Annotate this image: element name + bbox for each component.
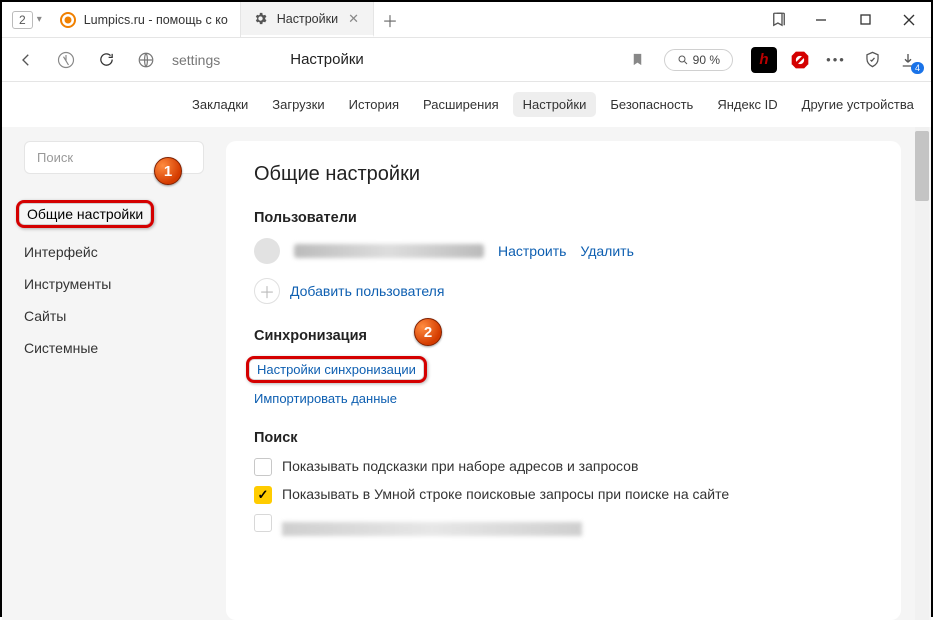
window-minimize[interactable] <box>799 2 843 38</box>
settings-main-panel: Общие настройки Пользователи Настроить У… <box>226 141 901 620</box>
content-area: Поиск 1 Общие настройки Интерфейс Инстру… <box>2 127 931 620</box>
window-close[interactable] <box>887 2 931 38</box>
menu-more-icon[interactable]: ••• <box>823 47 849 73</box>
topnav-item[interactable]: Яндекс ID <box>707 92 787 117</box>
annotation-marker-1: 1 <box>154 157 182 185</box>
user-row: Настроить Удалить <box>254 238 873 264</box>
sidenav-item-general[interactable]: Общие настройки <box>24 192 212 236</box>
downloads-icon[interactable]: 4 <box>895 47 921 73</box>
topnav-item[interactable]: История <box>339 92 409 117</box>
text-cutoff-blurred <box>282 522 582 536</box>
sidenav-item-tools[interactable]: Инструменты <box>24 268 212 300</box>
checkbox-row[interactable]: Показывать в Умной строке поисковые запр… <box>254 486 873 504</box>
section-search-title: Поиск <box>254 430 873 446</box>
checkbox-unchecked[interactable] <box>254 514 272 532</box>
back-button[interactable] <box>12 46 40 74</box>
tab-title: Lumpics.ru - помощь с ко <box>84 13 228 27</box>
address-field[interactable]: settings Настройки <box>172 45 612 75</box>
window-maximize[interactable] <box>843 2 887 38</box>
site-info-icon[interactable] <box>132 46 160 74</box>
zoom-value: 90 % <box>693 53 720 67</box>
topnav-item[interactable]: Безопасность <box>600 92 703 117</box>
new-tab-button[interactable]: ＋ <box>374 2 406 37</box>
section-sync-title: Синхронизация <box>254 328 873 344</box>
browser-tab-1[interactable]: Настройки ✕ <box>241 2 374 37</box>
browser-tab-0[interactable]: Lumpics.ru - помощь с ко <box>48 2 241 37</box>
settings-sidebar: Поиск 1 Общие настройки Интерфейс Инстру… <box>2 127 212 620</box>
checkbox-label: Показывать в Умной строке поисковые запр… <box>282 486 729 502</box>
url-text: settings <box>172 52 220 68</box>
bookmark-icon[interactable] <box>624 46 652 74</box>
sidenav-item-interface[interactable]: Интерфейс <box>24 236 212 268</box>
topnav-item[interactable]: Расширения <box>413 92 509 117</box>
avatar <box>254 238 280 264</box>
extension-adblock-icon[interactable] <box>787 47 813 73</box>
page-heading: Общие настройки <box>254 163 873 186</box>
highlight-red: Общие настройки <box>16 200 154 228</box>
import-data-link[interactable]: Импортировать данные <box>254 391 397 406</box>
downloads-badge: 4 <box>911 62 924 74</box>
user-configure-link[interactable]: Настроить <box>498 243 566 259</box>
checkbox-checked[interactable] <box>254 486 272 504</box>
sync-settings-link[interactable]: Настройки синхронизации <box>257 362 416 377</box>
titlebar: 2 ▾ Lumpics.ru - помощь с ко Настройки ✕… <box>2 2 931 38</box>
reload-button[interactable] <box>92 46 120 74</box>
address-bar: settings Настройки 90 % h ••• 4 <box>2 38 931 82</box>
add-user-label: Добавить пользователя <box>290 283 444 299</box>
favicon-lumpics <box>60 12 76 28</box>
scrollbar-thumb[interactable] <box>915 131 929 201</box>
checkbox-row[interactable]: Показывать подсказки при наборе адресов … <box>254 458 873 476</box>
annotation-marker-2: 2 <box>414 318 442 346</box>
tab-counter[interactable]: 2 ▾ <box>2 2 48 37</box>
highlight-red: Настройки синхронизации <box>246 356 427 383</box>
tab-title: Настройки <box>277 12 338 26</box>
settings-sidenav: Общие настройки Интерфейс Инструменты Са… <box>24 192 212 364</box>
checkbox-row-cutoff <box>254 514 873 536</box>
topnav-item[interactable]: Закладки <box>182 92 258 117</box>
gear-icon <box>253 11 269 27</box>
section-users-title: Пользователи <box>254 210 873 226</box>
chevron-down-icon: ▾ <box>37 14 42 25</box>
user-delete-link[interactable]: Удалить <box>580 243 633 259</box>
topnav-item[interactable]: Загрузки <box>262 92 334 117</box>
topnav-item[interactable]: Другие устройства <box>792 92 924 117</box>
zoom-indicator[interactable]: 90 % <box>664 49 733 71</box>
settings-top-nav: Закладки Загрузки История Расширения Нас… <box>2 82 931 127</box>
user-name-blurred <box>294 244 484 258</box>
close-icon[interactable]: ✕ <box>346 11 361 27</box>
checkbox-unchecked[interactable] <box>254 458 272 476</box>
checkbox-label: Показывать подсказки при наборе адресов … <box>282 458 638 474</box>
bookmark-all-icon[interactable] <box>759 2 799 37</box>
sidenav-item-system[interactable]: Системные <box>24 332 212 364</box>
sidenav-item-sites[interactable]: Сайты <box>24 300 212 332</box>
yandex-logo-icon[interactable] <box>52 46 80 74</box>
tab-count-badge: 2 <box>12 11 33 29</box>
page-title-in-addr: Настройки <box>290 51 364 68</box>
extension-h-icon[interactable]: h <box>751 47 777 73</box>
add-user-button[interactable]: ＋ Добавить пользователя <box>254 278 873 304</box>
topnav-item-active[interactable]: Настройки <box>513 92 597 117</box>
plus-icon: ＋ <box>254 278 280 304</box>
extension-shield-icon[interactable] <box>859 47 885 73</box>
